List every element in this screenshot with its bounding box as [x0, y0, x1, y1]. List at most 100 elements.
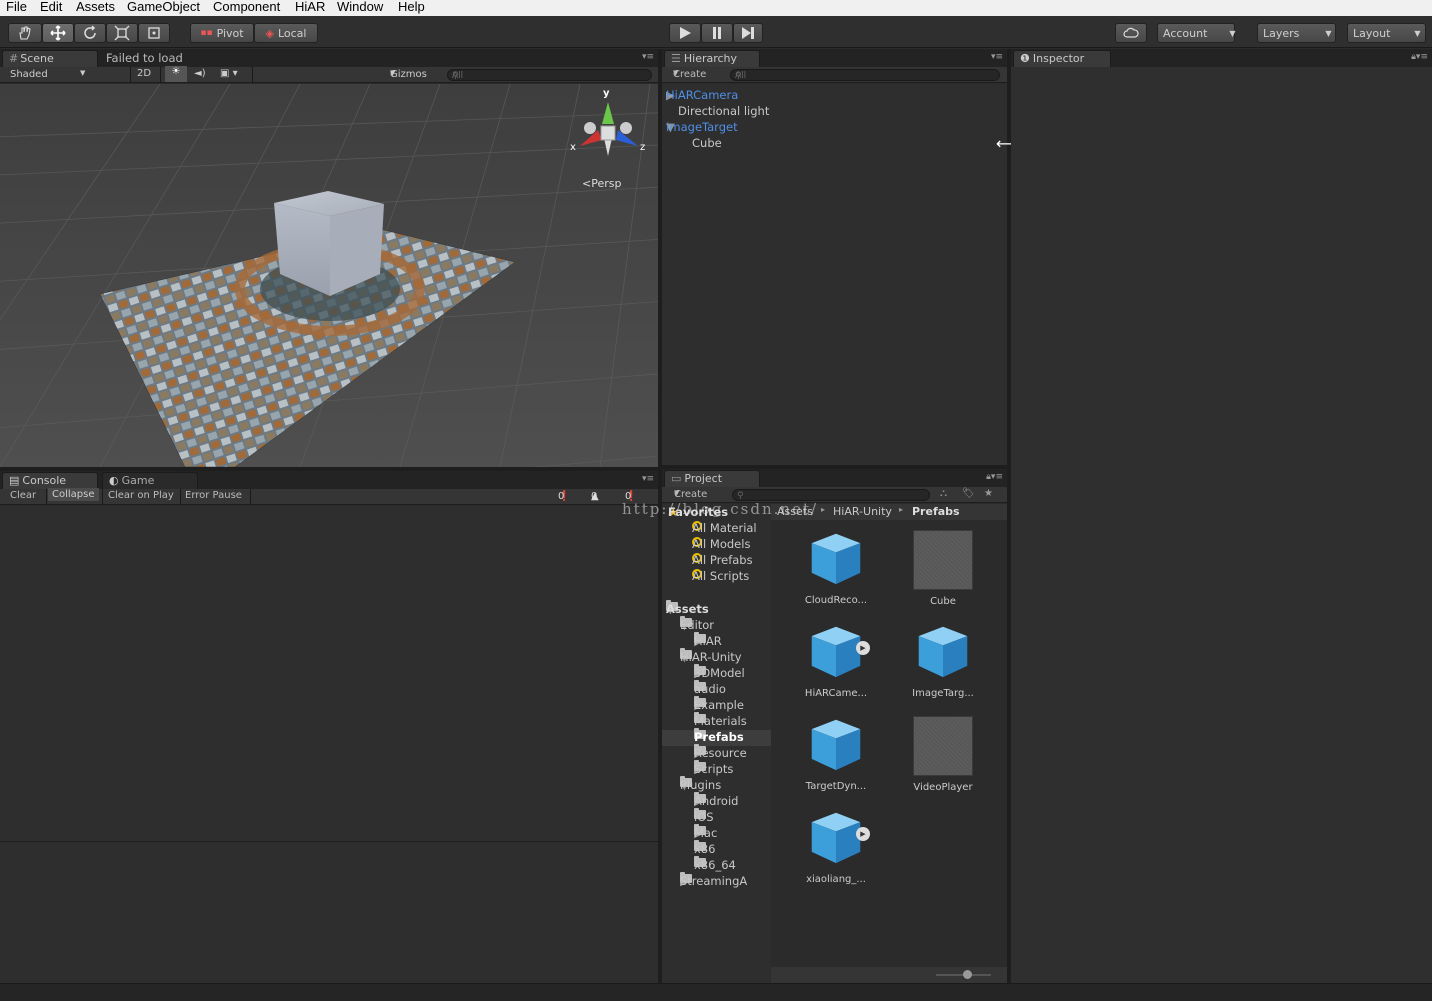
- scene-orientation-gizmo[interactable]: [568, 88, 652, 168]
- step-button[interactable]: [733, 23, 763, 43]
- asset-item[interactable]: ImageTarg...: [903, 623, 983, 699]
- account-dropdown[interactable]: Account ▼: [1157, 23, 1236, 43]
- console-icon: ▤: [9, 474, 20, 487]
- scene-canvas: [0, 84, 658, 467]
- clear-button[interactable]: Clear: [10, 490, 36, 501]
- asset-item[interactable]: ▶ HiARCame...: [796, 623, 876, 699]
- panel-menu-icon[interactable]: ▾≡: [642, 52, 654, 62]
- hierarchy-item[interactable]: Directional light: [678, 104, 769, 118]
- folder-tree-label: HiAR-Unity: [680, 650, 742, 664]
- lock-menu-icon[interactable]: 🔒︎▾≡: [1411, 52, 1428, 62]
- clear-on-play-toggle[interactable]: Clear on Play: [108, 490, 174, 501]
- layout-dropdown[interactable]: Layout ▼: [1347, 23, 1426, 43]
- hierarchy-tree: ▶ HiARCamera Directional light ▼ ImageTarg…: [662, 84, 1007, 465]
- console-toolbar: Clear Collapse Clear on Play Error Pause…: [0, 488, 658, 505]
- audio-toggle-icon[interactable]: ◄): [194, 68, 206, 79]
- cloud-icon: [1123, 27, 1139, 38]
- pause-button[interactable]: [701, 23, 733, 43]
- tab-console[interactable]: ▤ Console: [2, 472, 98, 489]
- scale-tool-button[interactable]: [106, 23, 138, 43]
- chevron-down-icon: ▼: [390, 69, 396, 77]
- layers-dropdown[interactable]: Layers ▼: [1257, 23, 1336, 43]
- asset-item[interactable]: TargetDyn...: [796, 716, 876, 792]
- play-button[interactable]: [669, 23, 701, 43]
- breadcrumb-item[interactable]: HiAR-Unity: [833, 505, 892, 518]
- hand-tool-button[interactable]: [8, 23, 42, 43]
- gizmos-label: Gizmos: [390, 69, 427, 80]
- asset-item[interactable]: CloudReco...: [796, 530, 876, 606]
- folder-tree-label: HiAR: [694, 634, 722, 648]
- scene-viewport[interactable]: y x z <Persp: [0, 84, 658, 467]
- prefab-cube-icon: [811, 719, 861, 771]
- panel-menu-icon[interactable]: ▾≡: [642, 474, 654, 484]
- asset-item[interactable]: ▶ xiaoliang_...: [796, 809, 876, 885]
- panel-menu-icon[interactable]: ▾≡: [991, 52, 1003, 62]
- asset-label: HiARCame...: [804, 688, 868, 699]
- layers-label: Layers: [1263, 26, 1300, 40]
- log-count: 0: [558, 491, 565, 502]
- error-pause-toggle[interactable]: Error Pause: [185, 490, 242, 501]
- 2d-toggle[interactable]: 2D: [137, 68, 151, 79]
- asset-item[interactable]: Cube: [903, 530, 983, 607]
- menu-gameobject[interactable]: GameObject: [127, 0, 200, 14]
- cloud-button[interactable]: [1115, 23, 1147, 43]
- tab-scene[interactable]: # Scene: [2, 50, 98, 67]
- asset-item[interactable]: VideoPlayer: [903, 716, 983, 793]
- chevron-down-icon: ▼: [673, 69, 679, 77]
- divider: [180, 489, 181, 505]
- effects-toggle-icon[interactable]: ▣ ▾: [220, 68, 238, 79]
- rotate-tool-button[interactable]: [74, 23, 106, 43]
- console-log-area: [0, 506, 658, 841]
- menu-hiar[interactable]: HiAR: [295, 0, 325, 14]
- grid-icon: #: [9, 52, 19, 65]
- menu-assets[interactable]: Assets: [76, 0, 115, 14]
- tab-hierarchy[interactable]: ☰ Hierarchy: [664, 50, 760, 67]
- chevron-down-icon: ▼: [674, 489, 680, 497]
- scene-search-input[interactable]: ⚲ All: [447, 69, 652, 81]
- zoom-slider-handle[interactable]: [963, 970, 972, 979]
- tab-project[interactable]: ▭ Project: [664, 470, 760, 487]
- folder-tree-label: Materials: [694, 714, 747, 728]
- expand-prefab-icon[interactable]: ▶: [856, 641, 870, 655]
- game-icon: ◐: [109, 474, 119, 487]
- menu-bar: File Edit Assets GameObject Component Hi…: [0, 0, 1432, 16]
- status-bar: [0, 983, 1432, 1001]
- chevron-down-icon: ▼: [1229, 28, 1236, 38]
- pivot-toggle[interactable]: ▪▪ Pivot: [190, 23, 254, 43]
- filter-by-label-icon[interactable]: 🏷︎: [962, 488, 975, 499]
- rect-tool-button[interactable]: [138, 23, 170, 43]
- lock-menu-icon[interactable]: 🔒︎▾≡: [986, 472, 1003, 482]
- info-icon: ❶: [1020, 52, 1030, 65]
- lighting-toggle-icon[interactable]: ☀: [165, 66, 187, 82]
- material-thumbnail: [913, 716, 973, 776]
- list-icon: ☰: [671, 52, 681, 65]
- shaded-label: Shaded: [10, 69, 48, 80]
- step-icon: [742, 27, 754, 39]
- tab-inspector[interactable]: ❶ Inspector: [1013, 50, 1111, 67]
- menu-help[interactable]: Help: [398, 0, 425, 14]
- project-tabstrip: ▭ Project 🔒︎▾≡: [662, 469, 1007, 487]
- tab-game[interactable]: ◐ Game: [102, 472, 198, 489]
- asset-label: VideoPlayer: [913, 782, 973, 793]
- asset-label: CloudReco...: [804, 595, 868, 606]
- collapse-toggle[interactable]: Collapse: [48, 488, 99, 501]
- folder-tree-label: x86_64: [694, 858, 736, 872]
- menu-window[interactable]: Window: [337, 0, 383, 14]
- local-toggle[interactable]: ◈ Local: [254, 23, 318, 43]
- hierarchy-tab-label: Hierarchy: [683, 52, 738, 65]
- favorite-star-icon[interactable]: ★: [984, 488, 993, 499]
- breadcrumb-item[interactable]: Prefabs: [912, 505, 960, 518]
- move-tool-button[interactable]: [42, 23, 74, 43]
- menu-edit[interactable]: Edit: [40, 0, 62, 14]
- hierarchy-item[interactable]: Cube: [692, 136, 722, 150]
- folder-tree-label: StreamingA: [680, 874, 748, 888]
- folder-tree-label: Scripts: [694, 762, 734, 776]
- persp-toggle[interactable]: <Persp: [582, 177, 621, 190]
- menu-file[interactable]: File: [6, 0, 27, 14]
- menu-component[interactable]: Component: [213, 0, 280, 14]
- account-label: Account: [1163, 26, 1208, 40]
- filter-by-type-icon[interactable]: ⛬: [940, 488, 947, 499]
- move-icon: [50, 25, 66, 41]
- expand-prefab-icon[interactable]: ▶: [856, 827, 870, 841]
- hierarchy-search-input[interactable]: ⚲ All: [730, 69, 1000, 81]
